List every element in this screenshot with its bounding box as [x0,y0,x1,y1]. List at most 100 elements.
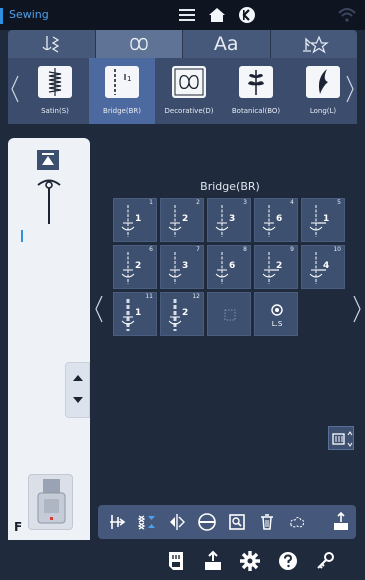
memory-icon[interactable] [164,549,188,573]
subcategory-satin[interactable]: Satin(S) [22,58,88,124]
scroll-down-icon[interactable] [73,397,83,403]
stitch-pattern-icon: 3 [168,252,188,284]
wifi-icon [338,8,356,22]
subcategory-label: Satin(S) [41,107,69,115]
category-tabs: Aa [8,30,357,58]
stitch-pattern-icon: 1 [121,299,141,331]
needle-icon [37,179,61,224]
stitch-cell[interactable]: 11 1 [113,292,157,336]
app-title: Sewing [9,8,49,21]
subcategory-bridge[interactable]: 1 Bridge(BR) [89,58,155,124]
character-icon: Aa [213,33,239,55]
svg-text:1: 1 [135,214,141,224]
export-icon[interactable] [330,511,352,533]
status-accent [0,8,3,24]
stitch-pattern-icon: 3 [215,205,235,237]
scroll-up-icon[interactable] [73,375,83,381]
stitch-cell[interactable]: 92 [254,245,298,289]
svg-text:L.S: L.S [272,320,283,328]
stitch-pattern-icon: 2 [262,252,282,284]
tab-utility-stitches[interactable] [8,30,96,58]
stitch-pattern-icon: L.S [271,304,283,328]
pattern-flip-icon[interactable] [166,511,188,533]
stitch-cell[interactable]: L.S [254,292,298,336]
stitch-pattern-icon [224,309,236,321]
decorative-pattern-icon [172,66,206,98]
stitch-pattern-icon: 2 [168,299,188,331]
svg-text:6: 6 [229,261,235,271]
needle-up-button[interactable] [37,150,59,170]
stitch-pattern-icon: 4 [309,252,329,284]
mirror-vertical-icon[interactable] [136,511,158,533]
stitch-width-icon [332,431,353,447]
stitch-cell[interactable]: 22 [160,198,204,242]
presser-foot-icon [37,479,66,524]
stitch-pattern-icon: 2 [168,205,188,237]
delete-icon[interactable] [256,511,278,533]
svg-text:2: 2 [276,261,282,271]
upload-icon[interactable] [201,549,225,573]
subcategory-decorative[interactable]: Decorative(D) [156,58,222,124]
presser-foot-button[interactable] [28,474,73,530]
stitch-pattern-icon: 6 [215,252,235,284]
edit-toolbar [98,505,356,539]
back-icon[interactable] [236,5,258,25]
bridge-stitch-icon: 1 [105,66,139,98]
page-next-icon[interactable] [352,294,362,324]
svg-text:3: 3 [182,261,188,271]
stitch-cell[interactable]: 86 [207,245,251,289]
width-adjust-button[interactable] [328,426,354,450]
svg-text:4: 4 [323,261,329,271]
svg-text:2: 2 [182,308,188,318]
thread-tension-icon[interactable] [196,511,218,533]
subcategory-botanical[interactable]: Botanical(BO) [223,58,289,124]
botanical-leaf-icon [239,66,273,98]
stitch-cell[interactable]: 33 [207,198,251,242]
stitch-preview-icon[interactable] [286,511,308,533]
stitch-cell[interactable] [207,292,251,336]
favorite-stitch-icon [302,35,329,54]
stitch-cursor [21,230,23,242]
stitch-cell[interactable]: 46 [254,198,298,242]
stitch-cell[interactable]: 73 [160,245,204,289]
stitch-pattern-icon: 2 [121,252,141,284]
svg-text:1: 1 [323,214,329,224]
stitch-pattern-icon: 1 [309,205,329,237]
page-prev-icon[interactable] [94,294,104,324]
stitch-cell[interactable]: 12 2 [160,292,204,336]
tab-decorative-stitches[interactable] [95,30,183,58]
stitch-cell[interactable]: 62 [113,245,157,289]
settings-icon[interactable] [238,549,262,573]
svg-text:6: 6 [276,214,282,224]
subcategory-long[interactable]: Long(L) [290,58,356,124]
svg-text:1: 1 [127,75,131,83]
subcategory-label: Bridge(BR) [103,107,141,115]
foot-letter: F [14,520,23,534]
stitch-pattern-icon: 6 [262,205,282,237]
mirror-horizontal-icon[interactable] [106,511,128,533]
subcategory-label: Botanical(BO) [231,107,281,115]
stitch-cell[interactable]: 10 4 [301,245,345,289]
scroll-control[interactable] [65,362,90,418]
utility-stitch-icon [42,36,60,53]
home-icon[interactable] [206,5,228,25]
svg-text:1: 1 [135,308,141,318]
scroll-left-icon[interactable] [10,74,20,104]
stitch-cell[interactable]: 11 [113,198,157,242]
stitch-cell[interactable]: 51 [301,198,345,242]
subcategory-label: Long(L) [309,107,337,115]
zoom-icon[interactable] [226,511,248,533]
subcategory-row: Satin(S) 1 Bridge(BR) Decorative(D) Bota… [8,58,357,124]
svg-text:2: 2 [135,261,141,271]
tab-favorites[interactable] [270,30,357,58]
system-toolbar [98,541,356,580]
stitch-category-title: Bridge(BR) [200,180,260,193]
tab-characters[interactable]: Aa [183,30,271,58]
stitch-preview-panel: F [8,138,90,540]
key-icon[interactable] [314,549,338,573]
help-icon[interactable] [276,549,300,573]
satin-stitch-icon [38,66,72,98]
menu-icon[interactable] [176,5,198,25]
needle-up-icon [42,153,54,165]
long-stitch-icon [306,66,340,98]
